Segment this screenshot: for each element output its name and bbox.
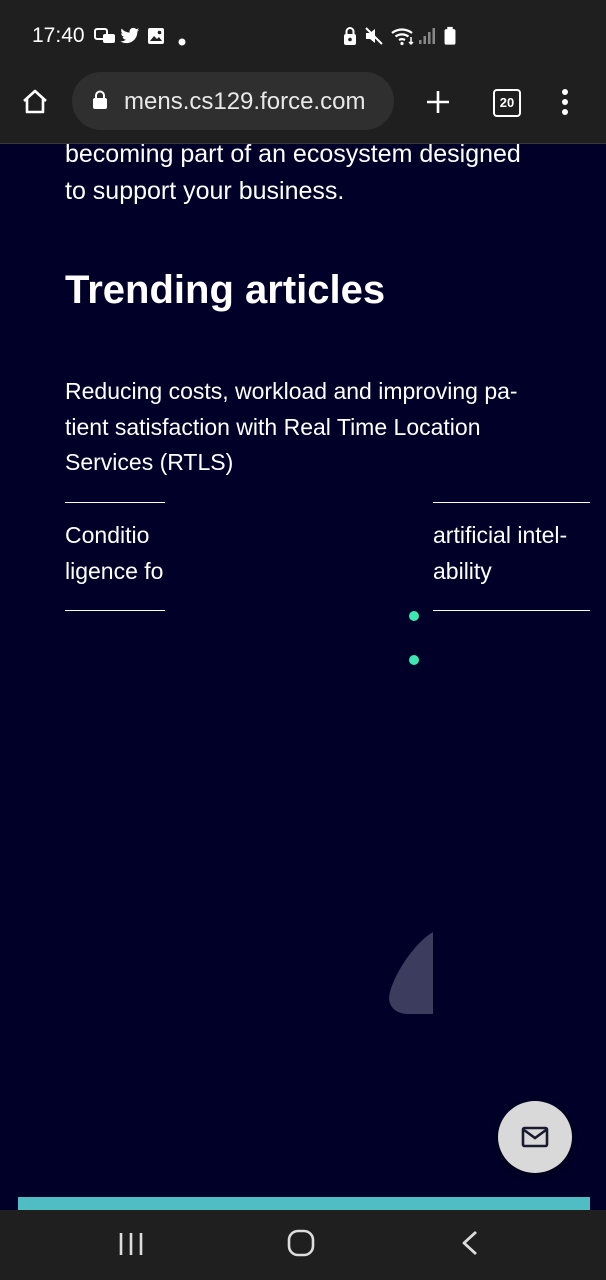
- menu-icon[interactable]: [559, 88, 571, 116]
- intro-text: becoming part of an ecosystem designed t…: [65, 144, 585, 210]
- recents-icon[interactable]: [117, 1228, 145, 1258]
- home-button-icon[interactable]: [286, 1228, 316, 1258]
- article-divider: [433, 610, 590, 611]
- browser-toolbar: mens.cs129.force.com 20: [0, 72, 606, 144]
- battery-icon: [444, 26, 456, 45]
- loading-dot: [409, 611, 419, 621]
- intro-line: becoming part of an ecosystem designed: [65, 144, 521, 168]
- article-text-fragment: ability: [433, 557, 492, 584]
- mail-icon: [521, 1126, 549, 1148]
- intro-line: to support your business.: [65, 177, 345, 205]
- dot-icon: [178, 38, 186, 46]
- address-bar[interactable]: mens.cs129.force.com: [72, 72, 394, 130]
- article-text-fragment: ligence fo: [65, 557, 164, 584]
- animation-overlay: [165, 484, 433, 724]
- decorative-shape: [389, 932, 433, 1014]
- mute-icon: [365, 27, 383, 45]
- dual-messenger-icon: [94, 28, 115, 43]
- article-divider: [65, 610, 165, 611]
- section-heading: Trending articles: [65, 268, 386, 312]
- url-text[interactable]: mens.cs129.force.com: [124, 88, 384, 116]
- lock-icon: [344, 27, 356, 45]
- article-line: Services (RTLS): [65, 449, 234, 475]
- back-icon[interactable]: [458, 1228, 482, 1258]
- article-line: Reducing costs, workload and improving p…: [65, 378, 518, 404]
- tab-switcher-icon[interactable]: 20: [493, 89, 521, 117]
- twitter-icon: [120, 27, 140, 44]
- wifi-icon: [391, 28, 414, 46]
- lock-icon: [93, 90, 107, 109]
- loading-dot: [409, 655, 419, 665]
- article-text-fragment: Conditio: [65, 522, 150, 548]
- signal-icon: [419, 28, 435, 44]
- system-nav-bar: [0, 1210, 606, 1280]
- article-line: tient satisfaction with Real Time Locati…: [65, 413, 481, 440]
- gallery-icon: [148, 28, 164, 44]
- status-time: 17:40: [32, 24, 85, 47]
- accent-bar: [18, 1197, 590, 1210]
- article-text-fragment: artificial intel-: [433, 522, 568, 548]
- page-content: becoming part of an ecosystem designed t…: [0, 144, 606, 1210]
- home-icon[interactable]: [20, 87, 50, 117]
- status-bar: 17:40: [0, 0, 606, 72]
- contact-button[interactable]: [498, 1101, 572, 1173]
- article-link-rtls[interactable]: Reducing costs, workload and improving p…: [65, 374, 590, 481]
- new-tab-icon[interactable]: [425, 89, 451, 115]
